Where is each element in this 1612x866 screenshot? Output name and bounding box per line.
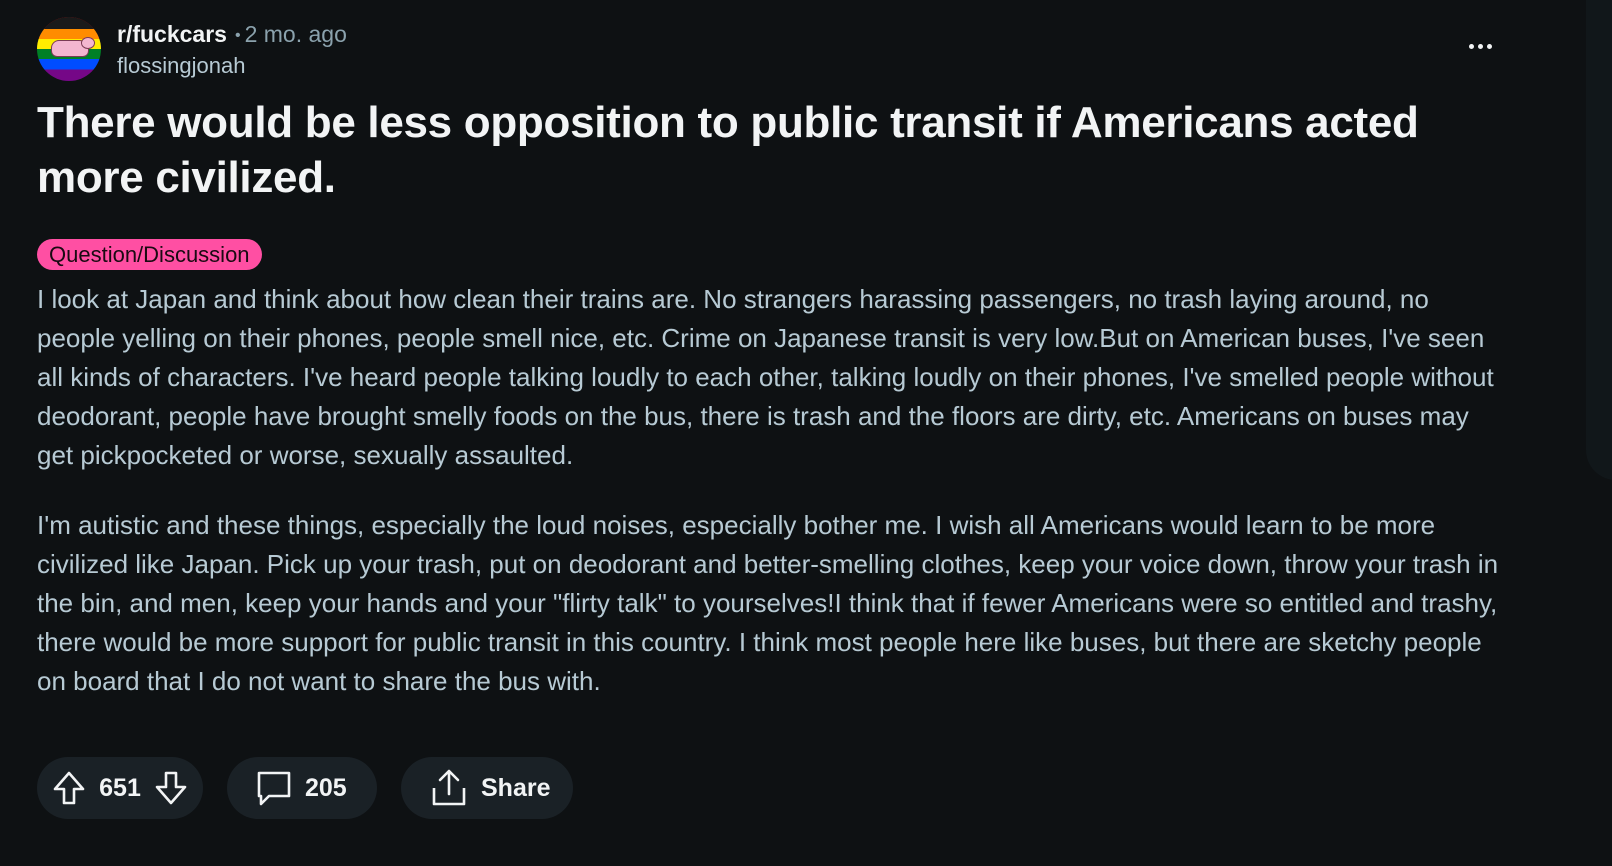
subreddit-avatar[interactable] [37, 17, 101, 81]
more-options-button[interactable] [1465, 35, 1495, 57]
body-paragraph: I'm autistic and these things, especiall… [37, 510, 1499, 696]
post-title[interactable]: There would be less opposition to public… [37, 95, 1497, 205]
avatar-critter-head [81, 37, 95, 49]
comment-bubble-icon [255, 769, 293, 807]
post-meta: r/fuckcars • 2 mo. ago [117, 21, 347, 48]
share-icon [429, 768, 469, 808]
post-actions: 651 205 Share [37, 757, 573, 819]
more-options-icon [1468, 43, 1474, 49]
post-header: r/fuckcars • 2 mo. ago flossingjonah [37, 17, 1537, 81]
vote-score: 651 [99, 773, 141, 802]
subreddit-link[interactable]: r/fuckcars [117, 21, 227, 47]
share-button[interactable]: Share [401, 757, 573, 819]
post-age: 2 mo. ago [244, 21, 347, 47]
avatar-band [37, 17, 101, 29]
author-link[interactable]: flossingjonah [117, 53, 245, 79]
adjacent-panel-edge [1586, 0, 1612, 480]
upvote-arrow-icon[interactable] [53, 771, 85, 805]
post-flair[interactable]: Question/Discussion [37, 239, 262, 270]
vote-control: 651 [37, 757, 203, 819]
meta-separator: • [234, 27, 241, 44]
post-card: r/fuckcars • 2 mo. ago flossingjonah There… [37, 17, 1537, 701]
more-options-icon-dot [1486, 43, 1492, 49]
more-options-icon-dot [1477, 43, 1483, 49]
post-body: I look at Japan and think about how clea… [37, 280, 1537, 701]
share-label: Share [481, 773, 551, 802]
comment-count: 205 [305, 773, 347, 802]
comments-button[interactable]: 205 [227, 757, 377, 819]
body-paragraph: I look at Japan and think about how clea… [37, 284, 1494, 470]
downvote-arrow-icon[interactable] [155, 771, 187, 805]
